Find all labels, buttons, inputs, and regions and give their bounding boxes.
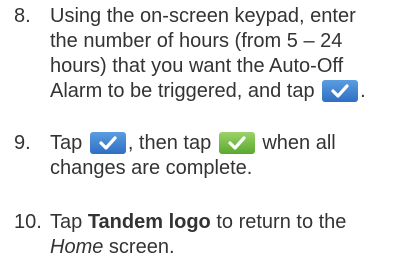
home-screen-reference: Home — [50, 236, 104, 258]
step-number: 8. — [14, 5, 31, 27]
check-icon — [218, 132, 255, 154]
step-number: 10. — [14, 211, 42, 233]
step-line: the number of hours (from 5 – 24 — [50, 30, 343, 52]
tandem-logo-reference: Tandem logo — [87, 211, 211, 233]
step-text-segment: Tap — [50, 132, 83, 154]
step-line: Home screen. — [50, 235, 416, 260]
step-line: hours) that you want the Auto-Off — [50, 55, 344, 77]
step-text-segment: to return to the — [216, 211, 347, 233]
check-icon — [322, 80, 359, 102]
step-text-segment: when all — [262, 132, 336, 154]
step-line: Tap , then tap when all — [50, 131, 416, 156]
step-text: Using the on-screen keypad, enter the nu… — [50, 4, 416, 104]
step-number: 9. — [14, 132, 31, 154]
step-text-segment: Tap — [50, 211, 83, 233]
step-text-segment: Alarm to be triggered, and tap — [50, 80, 315, 102]
step-line: changes are complete. — [50, 157, 253, 179]
step-line: Alarm to be triggered, and tap . — [50, 79, 416, 104]
step-text-segment: screen. — [108, 236, 175, 258]
step-text: Tap , then tap when all changes are comp… — [50, 131, 416, 181]
step-text-segment: , then tap — [127, 132, 212, 154]
step-line: Using the on-screen keypad, enter — [50, 5, 356, 27]
step-text-segment: . — [360, 80, 366, 102]
check-icon — [89, 132, 126, 154]
step-text: Tap Tandem logo to return to the Home sc… — [50, 210, 416, 260]
step-line: Tap Tandem logo to return to the — [50, 210, 416, 235]
